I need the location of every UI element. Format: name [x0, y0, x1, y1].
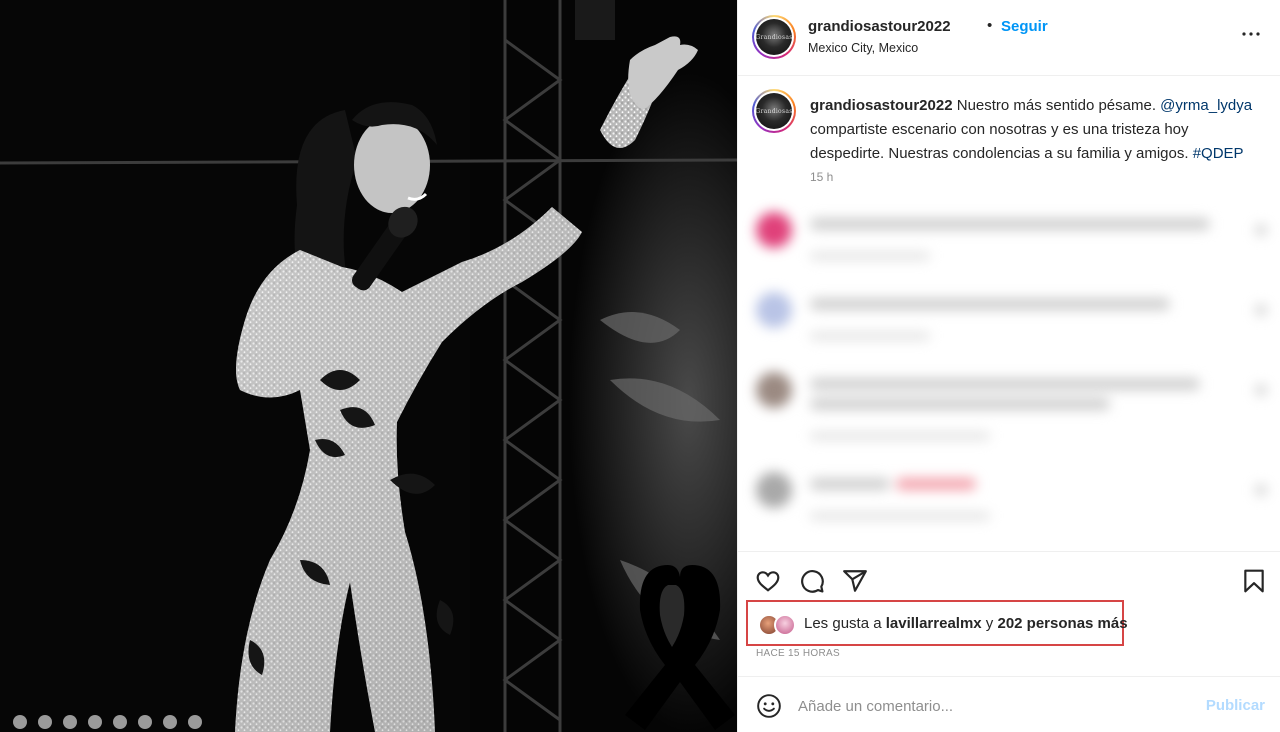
share-icon[interactable] [842, 568, 868, 594]
comment-line [810, 378, 1200, 390]
caption-username[interactable]: grandiosastour2022 [810, 97, 953, 114]
likes-middle: y [981, 615, 998, 632]
comment-meta [810, 512, 990, 520]
caption-text-part2: compartiste escenario con nosotras y es … [810, 121, 1193, 162]
account-username[interactable]: grandiosastour2022 [808, 18, 951, 35]
likes-prefix: Les gusta a [804, 615, 886, 632]
singer-photo [0, 0, 737, 732]
post-actions: Les gusta a lavillarrealmx y 202 persona… [738, 551, 1280, 676]
avatar [756, 472, 792, 508]
likes-text: Les gusta a lavillarrealmx y 202 persona… [804, 615, 1128, 632]
heart-icon [1255, 484, 1267, 496]
comment-line [810, 398, 1110, 410]
caption-mention[interactable]: @yrma_lydya [1160, 97, 1252, 114]
caption-avatar-logo-text: Grandiosas [755, 107, 793, 115]
comment-line [896, 478, 976, 490]
avatar-logo-text: Grandiosas [755, 33, 793, 41]
heart-icon [1255, 224, 1267, 236]
heart-icon[interactable] [755, 568, 781, 594]
likes-summary: Les gusta a lavillarrealmx y 202 persona… [746, 600, 1128, 646]
follow-button[interactable]: Seguir [1001, 18, 1048, 35]
comment-meta [810, 252, 930, 260]
comment-line [810, 218, 1210, 230]
more-options-icon[interactable] [1239, 22, 1263, 46]
comment-line [810, 298, 1170, 310]
add-comment-bar: Publicar [738, 676, 1280, 732]
caption-text-part1: Nuestro más sentido pésame. [952, 97, 1161, 114]
comments-list[interactable] [738, 196, 1280, 551]
avatar[interactable] [774, 614, 796, 636]
blurred-comments [738, 196, 1280, 551]
caption-text: grandiosastour2022 Nuestro más sentido p… [810, 94, 1260, 166]
emoji-icon[interactable] [756, 693, 782, 719]
comment-input[interactable] [798, 691, 1188, 721]
post-caption: Grandiosas grandiosastour2022 Nuestro má… [738, 76, 1280, 196]
location-link[interactable]: Mexico City, Mexico [808, 41, 918, 55]
account-avatar[interactable]: Grandiosas [752, 15, 796, 59]
post-photo[interactable] [0, 0, 737, 732]
comment-icon[interactable] [799, 568, 825, 594]
header-separator: • [987, 17, 993, 34]
bookmark-icon[interactable] [1241, 568, 1267, 594]
avatar [756, 372, 792, 408]
post-timestamp[interactable]: HACE 15 HORAS [756, 648, 840, 659]
comment-line [810, 478, 890, 490]
heart-icon [1255, 384, 1267, 396]
heart-icon [1255, 304, 1267, 316]
instagram-post: Grandiosas grandiosastour2022 • Seguir M… [0, 0, 1280, 732]
post-header: Grandiosas grandiosastour2022 • Seguir M… [738, 0, 1280, 76]
caption-avatar[interactable]: Grandiosas [752, 89, 796, 133]
post-panel: Grandiosas grandiosastour2022 • Seguir M… [737, 0, 1280, 732]
caption-hashtag[interactable]: #QDEP [1193, 145, 1244, 162]
caption-time: 15 h [810, 170, 834, 184]
comment-meta [810, 432, 990, 440]
comment-meta [810, 332, 930, 340]
likes-count-link[interactable]: 202 personas más [997, 615, 1127, 632]
avatar [756, 292, 792, 328]
avatar [756, 212, 792, 248]
publish-button[interactable]: Publicar [1206, 697, 1265, 714]
liker-username[interactable]: lavillarrealmx [886, 615, 982, 632]
